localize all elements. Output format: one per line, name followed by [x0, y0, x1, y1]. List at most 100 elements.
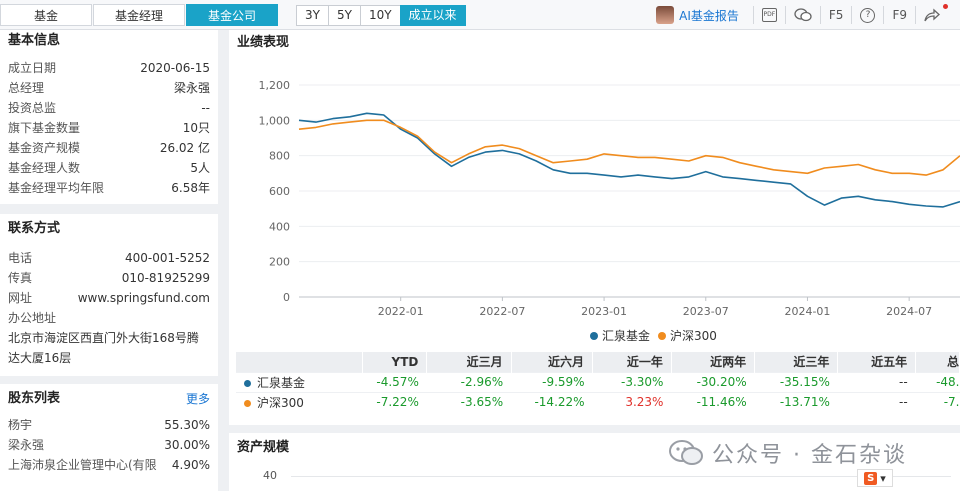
basic-info-panel: 基本信息 成立日期 2020-06-15 总经理 梁永强 投资总监 -- 旗下基金数量… — [0, 30, 218, 204]
period-5y[interactable]: 5Y — [327, 5, 361, 26]
info-key: 成立日期 — [8, 61, 57, 75]
table-cell: -7. — [915, 391, 960, 412]
asset-scale-ytick: 40 — [263, 469, 277, 482]
info-row: 投资总监 -- — [0, 98, 218, 118]
shareholder-percent: 55.30% — [164, 418, 210, 432]
performance-chart: 0 200 400 600 800 1,000 1,200 2022-01 2022-07 202… — [229, 55, 960, 325]
table-header: 近三年 — [754, 352, 839, 372]
shareholder-row: 上海沛泉企业管理中心(有限 4.90% — [0, 455, 218, 475]
table-cell: 3.23% — [592, 391, 672, 412]
x-tick-label: 2024-01 — [784, 305, 830, 318]
ime-indicator[interactable]: S ▾ — [857, 469, 893, 487]
contact-key: 电话 — [8, 251, 33, 265]
table-header: 总 — [915, 352, 960, 372]
website-link[interactable]: www.springsfund.com — [78, 288, 210, 308]
contact-panel: 联系方式 电话 400-001-5252 传真 010-81925299 网址 www… — [0, 214, 218, 376]
address-line-1: 北京市海淀区西直门外大街168号腾 — [8, 331, 199, 345]
series-line-index — [298, 119, 960, 176]
table-cell: -9.59% — [511, 371, 593, 392]
shareholder-name: 梁永强 — [8, 438, 45, 452]
row-name: 沪深300 — [236, 391, 363, 412]
table-header: 近两年 — [671, 352, 756, 372]
chart-legend: 汇泉基金 沪深300 — [590, 327, 725, 344]
series-dot — [244, 399, 251, 407]
tab-fund-manager[interactable]: 基金经理 — [93, 4, 185, 26]
legend-item-index[interactable]: 沪深300 — [658, 327, 717, 344]
table-cell: -11.46% — [671, 391, 755, 412]
period-10y[interactable]: 10Y — [359, 5, 401, 26]
wechat-icon — [794, 8, 812, 22]
shareholder-percent: 30.00% — [164, 438, 210, 452]
table-cell: -3.30% — [592, 371, 672, 392]
info-key: 基金经理平均年限 — [8, 181, 105, 195]
contact-value: 010-81925299 — [121, 271, 210, 285]
tab-fund-company[interactable]: 基金公司 — [186, 4, 278, 26]
main-tabs: 基金 基金经理 基金公司 — [0, 4, 279, 26]
legend-label: 沪深300 — [670, 329, 717, 343]
notification-dot — [943, 4, 948, 9]
wechat-share-button[interactable] — [784, 6, 820, 24]
x-tick-label: 2022-07 — [479, 305, 525, 318]
table-header-row: YTD 近三月 近六月 近一年 近两年 近三年 近五年 总 — [236, 352, 960, 372]
table-cell: -- — [837, 391, 916, 412]
table-cell: -2.96% — [426, 371, 512, 392]
info-row: 总经理 梁永强 — [0, 78, 218, 98]
shareholder-name: 杨宇 — [8, 418, 33, 432]
table-row: 汇泉基金 -4.57% -2.96% -9.59% -3.30% -30.20%… — [236, 371, 960, 392]
contact-value: 400-001-5252 — [124, 251, 210, 265]
x-tick-label: 2023-01 — [581, 305, 627, 318]
info-value: -- — [201, 101, 210, 115]
ai-report-link[interactable]: AI基金报告 — [679, 7, 739, 24]
period-since-inception[interactable]: 成立以来 — [399, 5, 466, 26]
info-key: 旗下基金数量 — [8, 121, 81, 135]
y-tick-label: 400 — [269, 220, 290, 233]
contact-key: 网址 — [8, 291, 33, 305]
share-button[interactable] — [915, 6, 948, 24]
table-header: 近五年 — [837, 352, 917, 372]
help-button[interactable]: ? — [851, 6, 883, 24]
info-value: 10只 — [182, 121, 210, 135]
info-value: 26.02 亿 — [159, 141, 210, 155]
y-tick-label: 1,000 — [259, 114, 291, 127]
table-cell: -48. — [915, 371, 960, 392]
top-toolbar: 基金 基金经理 基金公司 3Y 5Y 10Y 成立以来 AI基金报告 PDF F… — [0, 0, 960, 30]
f9-button[interactable]: F9 — [883, 6, 915, 24]
table-cell: -7.22% — [362, 391, 427, 412]
basic-info-title: 基本信息 — [8, 33, 61, 48]
legend-item-fund[interactable]: 汇泉基金 — [590, 327, 650, 344]
contact-row: 电话 400-001-5252 — [0, 248, 218, 268]
y-tick-label: 200 — [269, 256, 290, 269]
legend-dot — [590, 331, 598, 340]
table-header: 近一年 — [592, 352, 672, 372]
table-cell: -- — [837, 371, 916, 392]
info-row: 基金资产规模 26.02 亿 — [0, 138, 218, 158]
watermark-text: 公众号 · 金石杂谈 — [712, 443, 907, 468]
shareholders-panel: 股东列表 更多 杨宇 55.30% 梁永强 30.00% 上海沛泉企业管理中心(有限… — [0, 384, 218, 491]
pdf-button[interactable]: PDF — [752, 6, 785, 24]
period-3y[interactable]: 3Y — [296, 5, 329, 26]
sogou-icon: S — [864, 471, 878, 485]
shareholder-row: 杨宇 55.30% — [0, 415, 218, 435]
shareholders-more-link[interactable]: 更多 — [186, 388, 210, 410]
wechat-logo-icon — [669, 440, 703, 465]
x-tick-label: 2023-07 — [683, 305, 729, 318]
table-header-blank — [236, 352, 363, 372]
series-line-fund — [298, 112, 960, 208]
shareholder-name: 上海沛泉企业管理中心(有限 — [8, 458, 157, 472]
info-value: 2020-06-15 — [140, 61, 210, 75]
avatar[interactable] — [656, 6, 675, 24]
row-name-label: 汇泉基金 — [257, 375, 306, 390]
info-value: 6.58年 — [171, 181, 210, 195]
performance-table: YTD 近三月 近六月 近一年 近两年 近三年 近五年 总 汇泉基金 -4.57… — [236, 352, 960, 412]
info-value: 梁永强 — [173, 81, 210, 95]
table-header: 近三月 — [426, 352, 512, 372]
x-tick-label: 2024-07 — [886, 305, 932, 318]
table-cell: -4.57% — [362, 371, 427, 392]
info-key: 基金资产规模 — [8, 141, 81, 155]
f5-button[interactable]: F5 — [819, 6, 852, 24]
tab-fund[interactable]: 基金 — [0, 4, 92, 26]
info-key: 投资总监 — [8, 101, 57, 115]
table-cell: -35.15% — [754, 371, 838, 392]
address-line-2: 达大厦16层 — [8, 351, 72, 365]
contact-row: 网址 www.springsfund.com — [0, 288, 218, 308]
